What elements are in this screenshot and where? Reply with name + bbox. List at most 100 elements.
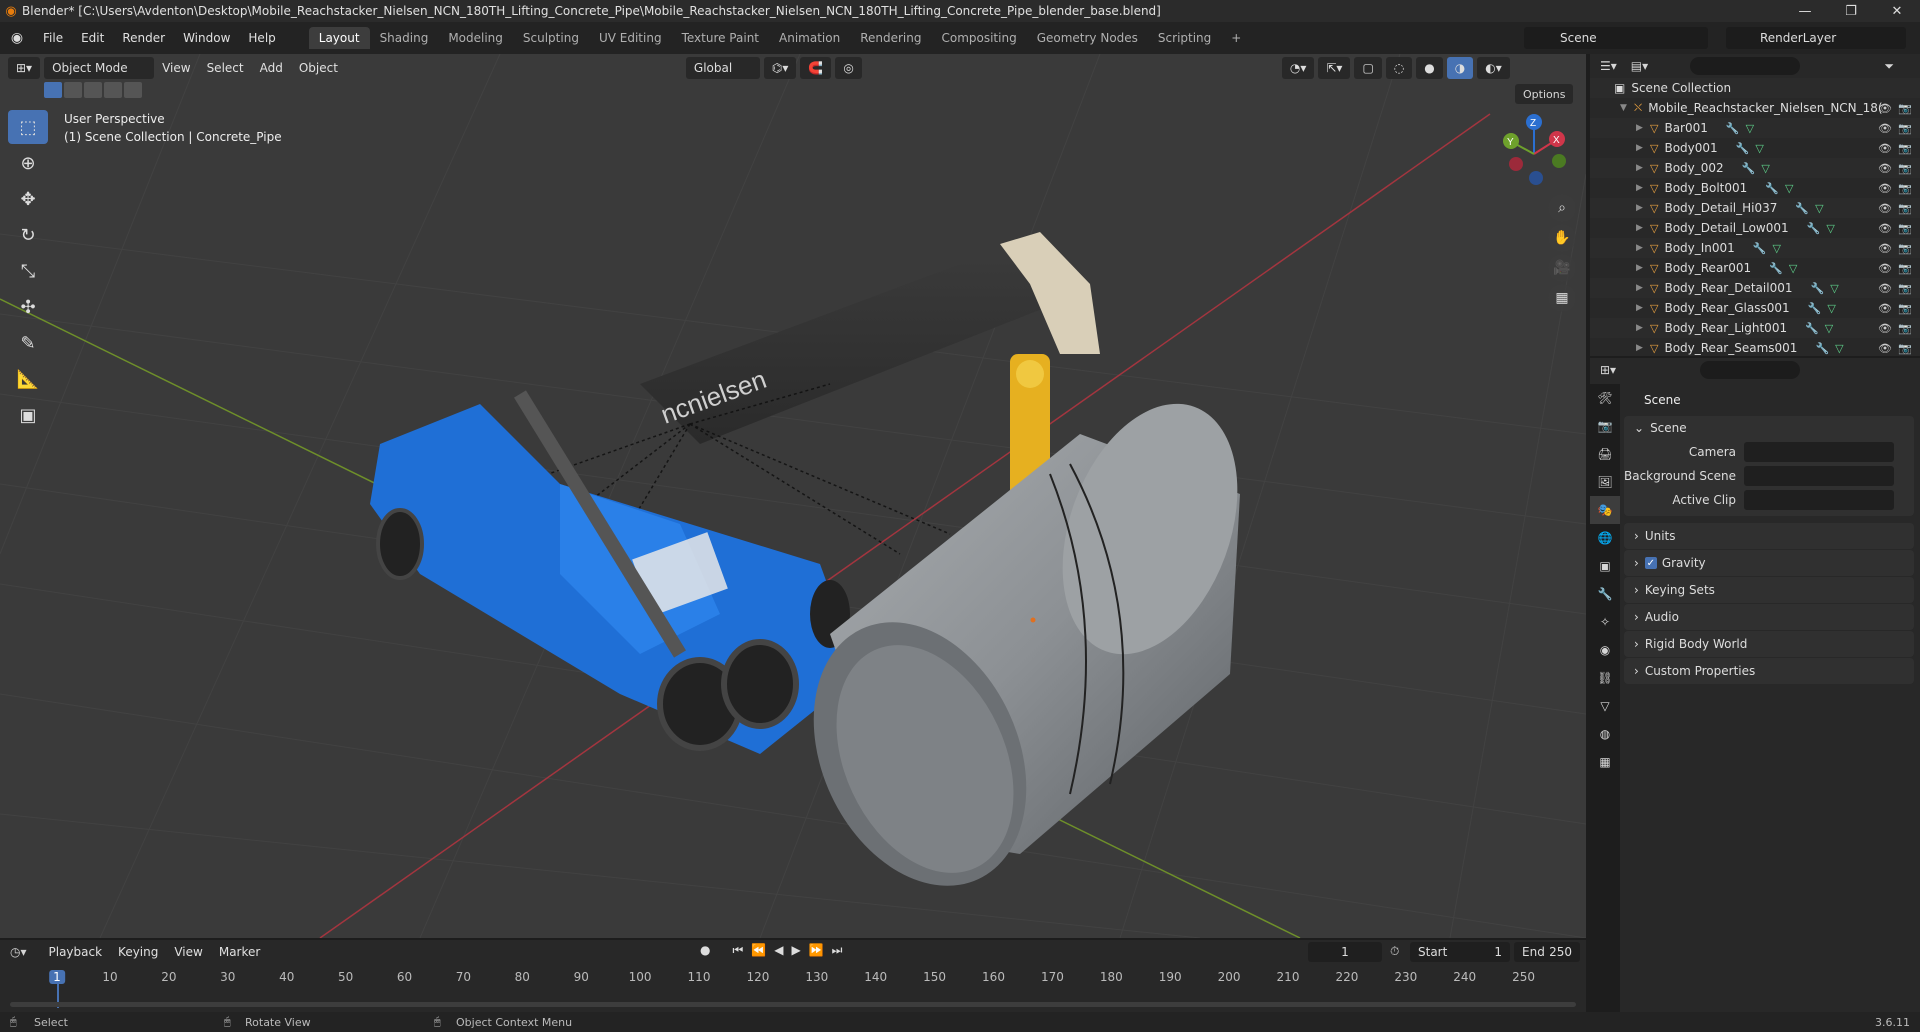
properties-editor-icon[interactable]: ⊞▾ (1600, 363, 1616, 377)
view-layer-tab-icon[interactable]: 🖼 (1590, 468, 1620, 496)
editor-type-button[interactable]: ⊞▾ (8, 57, 41, 79)
scene-tab-icon[interactable]: 🎭 (1590, 496, 1620, 524)
tab-scripting[interactable]: Scripting (1148, 27, 1221, 49)
select-invert-icon[interactable] (104, 82, 122, 98)
render-tab-icon[interactable]: 📷 (1590, 412, 1620, 440)
xray-icon[interactable]: ▢ (1354, 57, 1382, 79)
menu-window[interactable]: Window (174, 31, 239, 45)
outliner-item[interactable]: ▶ ▽ Body_Rear_Detail001 🔧 ▽ 👁 📷 (1590, 278, 1920, 298)
timeline-editor-icon[interactable]: ◷▾ (10, 945, 27, 959)
rotate-icon[interactable]: ↻ (8, 218, 48, 252)
pan-hand-icon[interactable]: ✋ (1548, 224, 1576, 252)
visibility-eye-icon[interactable]: 👁 (1878, 162, 1892, 175)
outliner-search-input[interactable] (1690, 57, 1800, 75)
select-new-icon[interactable] (44, 82, 62, 98)
physics-tab-icon[interactable]: ◉ (1590, 636, 1620, 664)
mesh-data-icon[interactable]: ▽ (1835, 342, 1843, 355)
select-extend-icon[interactable] (64, 82, 82, 98)
current-frame-field[interactable]: 1 (1308, 942, 1382, 962)
expand-arrow-icon[interactable]: ▼ (1620, 103, 1634, 113)
play-icon[interactable]: ▶ (791, 943, 800, 958)
scene-panel-header[interactable]: ⌄ Scene (1624, 416, 1914, 440)
gravity-checkbox[interactable]: ✓ (1644, 557, 1657, 569)
tab-rendering[interactable]: Rendering (850, 27, 931, 49)
outliner-item[interactable]: ▶ ▽ Body_Rear_Glass001 🔧 ▽ 👁 📷 (1590, 298, 1920, 318)
mesh-data-icon[interactable]: ▽ (1785, 182, 1793, 195)
particles-tab-icon[interactable]: ✧ (1590, 608, 1620, 636)
scene-selector[interactable]: Scene (1524, 27, 1708, 49)
material-tab-icon[interactable]: ◍ (1590, 720, 1620, 748)
outliner-item[interactable]: ▶ ▽ Body_In001 🔧 ▽ 👁 📷 (1590, 238, 1920, 258)
collection-row[interactable]: ▼ ⛌ Mobile_Reachstacker_Nielsen_NCN_18( … (1590, 98, 1920, 118)
zoom-icon[interactable]: ⌕ (1548, 194, 1576, 222)
transform-orientation-dropdown[interactable]: Global (685, 57, 760, 79)
expand-arrow-icon[interactable]: ▶ (1636, 243, 1650, 253)
timeline-scrollbar[interactable] (10, 1002, 1576, 1007)
units-panel[interactable]: › Units (1624, 523, 1914, 549)
visibility-eye-icon[interactable]: 👁 (1878, 102, 1892, 115)
outliner-item[interactable]: ▶ ▽ Body_Rear_Seams001 🔧 ▽ 👁 📷 (1590, 338, 1920, 358)
modifier-icon[interactable]: 🔧 (1753, 242, 1767, 255)
visibility-eye-icon[interactable]: 👁 (1878, 202, 1892, 215)
expand-arrow-icon[interactable]: ▶ (1636, 143, 1650, 153)
mesh-data-icon[interactable]: ▽ (1761, 162, 1769, 175)
render-camera-icon[interactable]: 📷 (1898, 142, 1912, 155)
viewport-menu-add[interactable]: Add (252, 61, 291, 75)
viewport-menu-object[interactable]: Object (291, 61, 346, 75)
visibility-eye-icon[interactable]: 👁 (1878, 242, 1892, 255)
render-camera-icon[interactable]: 📷 (1898, 322, 1912, 335)
expand-arrow-icon[interactable]: ▶ (1636, 223, 1650, 233)
tab-animation[interactable]: Animation (769, 27, 850, 49)
modifier-icon[interactable]: 🔧 (1742, 162, 1756, 175)
timeline-menu-view[interactable]: View (166, 945, 210, 959)
outliner-item[interactable]: ▶ ▽ Body_Bolt001 🔧 ▽ 👁 📷 (1590, 178, 1920, 198)
visibility-eye-icon[interactable]: 👁 (1878, 262, 1892, 275)
mesh-data-icon[interactable]: ▽ (1815, 202, 1823, 215)
record-icon[interactable]: ● (700, 943, 710, 958)
mesh-data-icon[interactable]: ▽ (1826, 222, 1834, 235)
render-camera-icon[interactable]: 📷 (1898, 162, 1912, 175)
mesh-data-icon[interactable]: ▽ (1825, 322, 1833, 335)
render-layer-selector[interactable]: RenderLayer (1726, 27, 1906, 49)
render-camera-icon[interactable]: 📷 (1898, 182, 1912, 195)
tab-modeling[interactable]: Modeling (438, 27, 513, 49)
timeline-menu-keying[interactable]: Keying (110, 945, 166, 959)
modifier-icon[interactable]: 🔧 (1808, 302, 1822, 315)
blender-menu-icon[interactable]: ◉ (0, 30, 34, 46)
render-camera-icon[interactable]: 📷 (1898, 262, 1912, 275)
proportional-edit-icon[interactable]: ◎ (835, 57, 862, 79)
move-icon[interactable]: ✥ (8, 182, 48, 216)
timeline-menu-playback[interactable]: Playback (41, 945, 111, 959)
viewport-menu-select[interactable]: Select (199, 61, 252, 75)
render-camera-icon[interactable]: 📷 (1898, 222, 1912, 235)
custom-properties-panel[interactable]: › Custom Properties (1624, 658, 1914, 684)
tab-sculpting[interactable]: Sculpting (513, 27, 589, 49)
world-tab-icon[interactable]: 🌐 (1590, 524, 1620, 552)
outliner-item[interactable]: ▶ ▽ Body_Rear001 🔧 ▽ 👁 📷 (1590, 258, 1920, 278)
select-mode-buttons[interactable] (44, 82, 142, 98)
rendered-shading-icon[interactable]: ◐▾ (1477, 57, 1510, 79)
modifier-icon[interactable]: 🔧 (1807, 222, 1821, 235)
menu-file[interactable]: File (34, 31, 72, 45)
stopwatch-icon[interactable]: ⏱ (1390, 944, 1399, 959)
jump-end-icon[interactable]: ⏭ (832, 943, 843, 958)
render-camera-icon[interactable]: 📷 (1898, 242, 1912, 255)
outliner-item[interactable]: ▶ ▽ Body_Detail_Hi037 🔧 ▽ 👁 📷 (1590, 198, 1920, 218)
outliner-item[interactable]: ▶ ▽ Body_002 🔧 ▽ 👁 📷 (1590, 158, 1920, 178)
modifier-icon[interactable]: 🔧 (1769, 262, 1783, 275)
gravity-panel[interactable]: › ✓ Gravity (1624, 550, 1914, 576)
expand-arrow-icon[interactable]: ▶ (1636, 183, 1650, 193)
minimize-button[interactable]: — (1782, 0, 1828, 22)
tab-compositing[interactable]: Compositing (931, 27, 1026, 49)
wireframe-shading-icon[interactable]: ◌ (1385, 57, 1413, 79)
play-reverse-icon[interactable]: ◀ (774, 943, 783, 958)
visibility-eye-icon[interactable]: 👁 (1878, 322, 1892, 335)
tab-shading[interactable]: Shading (370, 27, 439, 49)
material-shading-icon[interactable]: ◑ (1446, 57, 1474, 79)
visibility-eye-icon[interactable]: 👁 (1878, 342, 1892, 355)
expand-arrow-icon[interactable]: ▶ (1636, 123, 1650, 133)
outliner-item[interactable]: ▶ ▽ Bar001 🔧 ▽ 👁 📷 (1590, 118, 1920, 138)
expand-arrow-icon[interactable]: ▶ (1636, 303, 1650, 313)
render-camera-icon[interactable]: 📷 (1898, 102, 1912, 115)
visibility-eye-icon[interactable]: 👁 (1878, 302, 1892, 315)
